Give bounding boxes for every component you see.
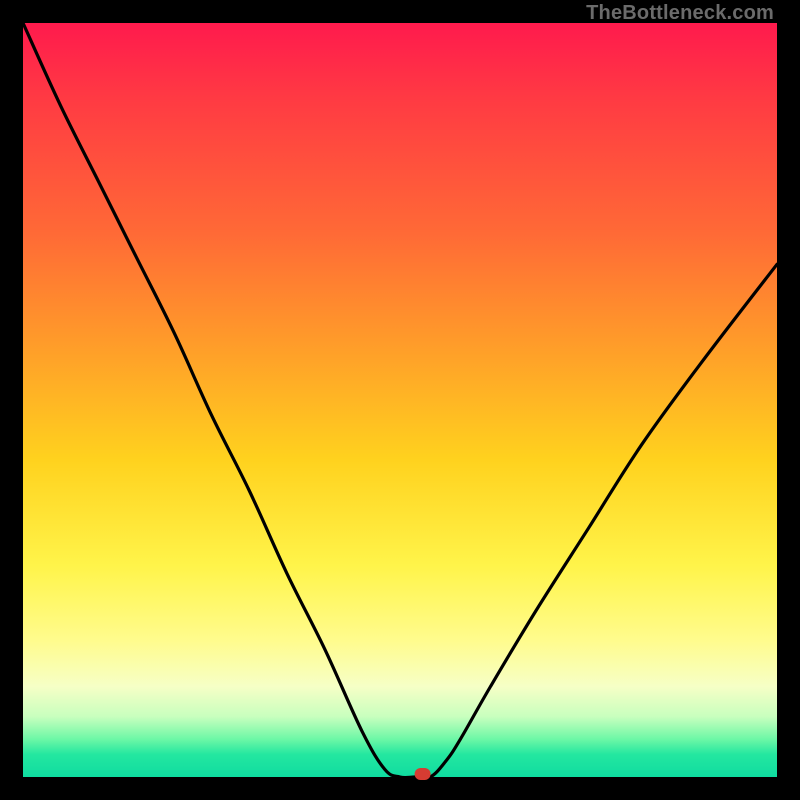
chart-frame: TheBottleneck.com xyxy=(0,0,800,800)
bottleneck-curve xyxy=(23,23,777,778)
plot-area xyxy=(23,23,777,777)
curve-layer xyxy=(23,23,777,777)
min-marker xyxy=(415,768,431,780)
watermark-text: TheBottleneck.com xyxy=(586,2,774,25)
